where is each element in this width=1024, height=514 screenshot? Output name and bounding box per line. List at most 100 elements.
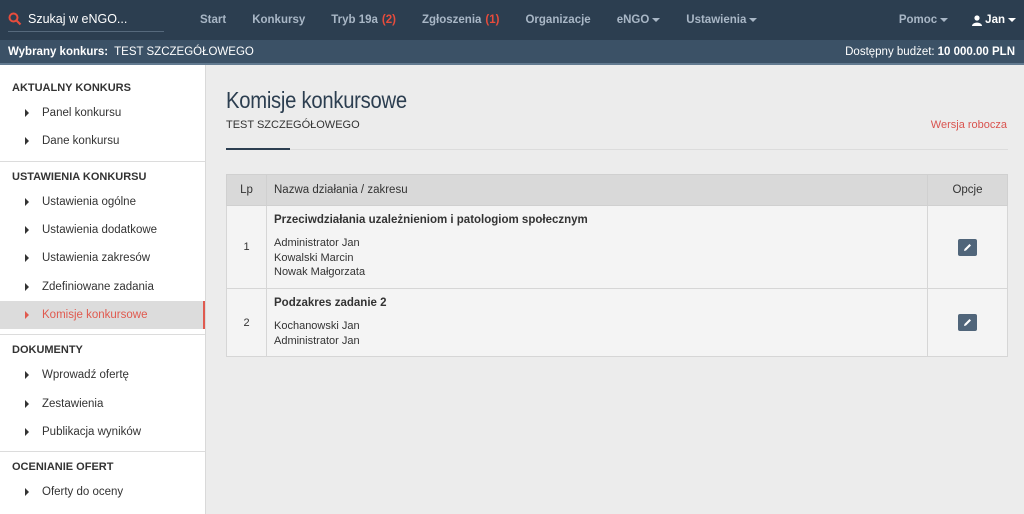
main-nav: Start Konkursy Tryb 19a (2) Zgłoszenia (1)… — [200, 0, 783, 40]
table-row: 2 Podzakres zadanie 2 Kochanowski Jan Ad… — [226, 288, 1008, 357]
nav-right: Pomoc Jan — [875, 0, 1016, 40]
nav-tryb19a-count: (2) — [381, 14, 396, 26]
search-box[interactable]: Szukaj w eNGO... — [8, 7, 164, 32]
committees-table: Lp Nazwa działania / zakresu Opcje 1 Prz… — [226, 174, 1008, 357]
page-subtitle: TEST SZCZEGÓŁOWEGO — [226, 119, 360, 131]
nav-zgloszenia-count: (1) — [485, 14, 500, 26]
triangle-right-icon — [25, 254, 29, 263]
edit-button[interactable] — [958, 314, 977, 331]
nav-engo-dropdown[interactable]: eNGO — [617, 14, 661, 26]
sidebar-section-title: USTAWIENIA KONKURSU — [12, 170, 147, 183]
caret-down-icon — [652, 18, 661, 22]
budget-value: 10 000.00 PLN — [937, 46, 1015, 58]
sidebar-item-wprowadz-oferte[interactable]: Wprowadź ofertę — [0, 361, 205, 389]
sidebar-item-publikacja-wynikow[interactable]: Publikacja wyników — [0, 418, 205, 446]
member-name: Nowak Małgorzata — [274, 266, 366, 279]
nav-zgloszenia-label: Zgłoszenia — [421, 14, 482, 26]
member-name: Administrator Jan — [274, 237, 360, 250]
help-label: Pomoc — [898, 14, 938, 26]
nav-start-label: Start — [200, 14, 227, 26]
main-content: Komisje konkursowe TEST SZCZEGÓŁOWEGO We… — [207, 65, 1024, 514]
row-title: Podzakres zadanie 2 — [274, 297, 387, 309]
sidebar-item-ustawienia-ogolne[interactable]: Ustawienia ogólne — [0, 188, 205, 216]
row-title: Przeciwdziałania uzależnieniom i patolog… — [274, 214, 588, 227]
sidebar-item-label: Panel konkursu — [42, 107, 122, 120]
sidebar-section-title: AKTUALNY KONKURS — [12, 82, 131, 94]
member-name: Kowalski Marcin — [274, 251, 354, 264]
sidebar-item-zdefiniowane-zadania[interactable]: Zdefiniowane zadania — [0, 272, 205, 300]
table-row: 1 Przeciwdziałania uzależnieniom i patol… — [226, 205, 1008, 289]
sidebar-item-oferty-do-oceny[interactable]: Oferty do oceny — [0, 478, 205, 506]
col-options: Opcje — [927, 174, 1008, 206]
triangle-right-icon — [25, 197, 29, 206]
sidebar-item-label: Komisje konkursowe — [42, 308, 148, 321]
help-dropdown[interactable]: Pomoc — [898, 14, 949, 26]
row-lp: 2 — [226, 288, 267, 357]
user-icon — [972, 14, 983, 26]
top-navbar: Szukaj w eNGO... Start Konkursy Tryb 19a… — [0, 0, 1024, 40]
pencil-icon — [964, 243, 971, 251]
col-lp: Lp — [226, 174, 267, 206]
search-icon — [8, 12, 22, 26]
nav-engo-label: eNGO — [616, 14, 650, 26]
triangle-right-icon — [25, 310, 29, 319]
sidebar-item-label: Ustawienia ogólne — [42, 195, 136, 208]
budget-label: Dostępny budżet: — [845, 46, 935, 58]
sidebar-item-ustawienia-dodatkowe[interactable]: Ustawienia dodatkowe — [0, 216, 205, 244]
sidebar-item-label: Oferty do oceny — [42, 486, 124, 499]
sidebar-item-ustawienia-zakresow[interactable]: Ustawienia zakresów — [0, 244, 205, 272]
sidebar-section-title: OCENIANIE OFERT — [12, 460, 114, 473]
nav-tryb19a-label: Tryb 19a — [331, 14, 378, 26]
caret-down-icon — [940, 18, 949, 22]
sidebar-item-label: Publikacja wyników — [42, 425, 142, 438]
page-title: Komisje konkursowe — [226, 87, 407, 113]
pencil-icon — [964, 319, 971, 326]
triangle-right-icon — [25, 137, 29, 146]
selected-contest: Wybrany konkurs: TEST SZCZEGÓŁOWEGO — [8, 46, 254, 58]
nav-start[interactable]: Start — [200, 14, 226, 26]
member-name: Kochanowski Jan — [274, 320, 360, 332]
triangle-right-icon — [25, 427, 29, 436]
triangle-right-icon — [25, 282, 29, 291]
edit-button[interactable] — [958, 238, 977, 256]
title-divider — [226, 149, 1008, 150]
triangle-right-icon — [25, 399, 29, 408]
row-lp: 1 — [226, 205, 267, 289]
sidebar-item-panel-konkursu[interactable]: Panel konkursu — [0, 99, 205, 127]
triangle-right-icon — [25, 109, 29, 118]
nav-konkursy[interactable]: Konkursy — [252, 14, 305, 26]
sidebar-section-title: DOKUMENTY — [12, 344, 83, 357]
selected-contest-label: Wybrany konkurs: — [8, 46, 109, 58]
nav-organizacje[interactable]: Organizacje — [525, 14, 590, 26]
caret-down-icon — [1008, 18, 1016, 22]
status-badge: Wersja robocza — [930, 119, 1007, 131]
search-input[interactable]: Szukaj w eNGO... — [28, 12, 127, 26]
sidebar: AKTUALNY KONKURS Panel konkursu Dane kon… — [0, 65, 206, 514]
nav-ustawienia-dropdown[interactable]: Ustawienia — [686, 14, 758, 26]
caret-down-icon — [749, 18, 758, 22]
nav-konkursy-label: Konkursy — [252, 14, 306, 26]
sidebar-item-label: Ustawienia zakresów — [42, 252, 151, 265]
sidebar-item-label: Zdefiniowane zadania — [42, 280, 154, 293]
member-name: Administrator Jan — [274, 334, 360, 347]
triangle-right-icon — [25, 488, 29, 497]
sidebar-item-label: Ustawienia dodatkowe — [42, 224, 158, 237]
user-menu[interactable]: Jan — [972, 14, 1016, 26]
sidebar-item-zestawienia[interactable]: Zestawienia — [0, 389, 205, 417]
row-options — [927, 288, 1008, 357]
nav-ustawienia-label: Ustawienia — [686, 14, 747, 26]
user-name: Jan — [985, 14, 1005, 26]
selected-contest-value: TEST SZCZEGÓŁOWEGO — [114, 46, 254, 58]
nav-organizacje-label: Organizacje — [525, 14, 591, 26]
sidebar-item-komisje-konkursowe[interactable]: Komisje konkursowe — [0, 300, 205, 330]
col-name: Nazwa działania / zakresu — [266, 174, 928, 206]
table-header-row: Lp Nazwa działania / zakresu Opcje — [226, 174, 1008, 206]
title-divider-accent — [226, 148, 290, 150]
row-options — [927, 205, 1008, 289]
row-name-cell: Podzakres zadanie 2 Kochanowski Jan Admi… — [266, 288, 928, 357]
sidebar-item-dane-konkursu[interactable]: Dane konkursu — [0, 127, 205, 155]
sidebar-item-label: Dane konkursu — [42, 135, 120, 148]
triangle-right-icon — [25, 226, 29, 235]
nav-zgloszenia[interactable]: Zgłoszenia (1) — [422, 14, 500, 26]
nav-tryb19a[interactable]: Tryb 19a (2) — [331, 14, 396, 26]
